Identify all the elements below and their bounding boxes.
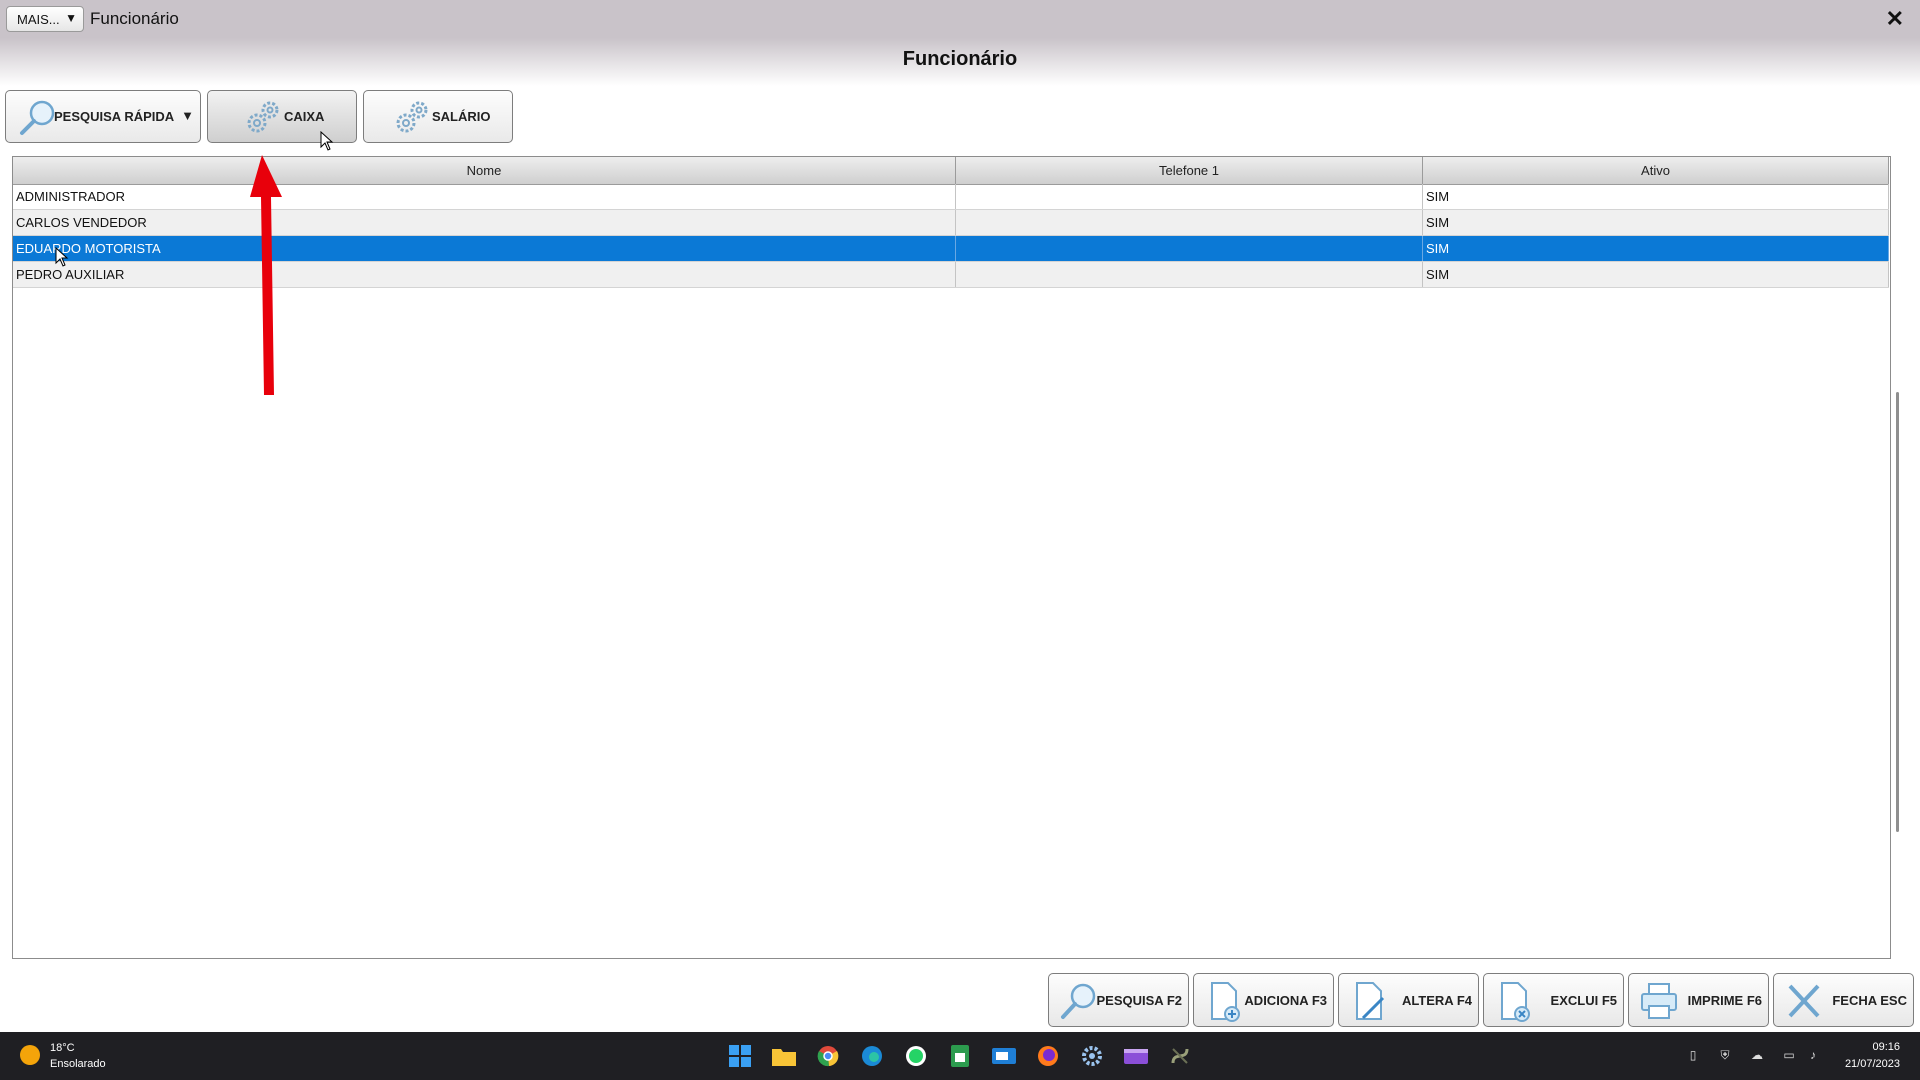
- network-icon[interactable]: ▭: [1782, 1048, 1796, 1062]
- column-header-nome[interactable]: Nome: [13, 157, 956, 184]
- mais-label: MAIS...: [17, 11, 60, 27]
- imprime-button[interactable]: IMPRIME F6: [1628, 973, 1769, 1027]
- table-row[interactable]: ADMINISTRADOR SIM: [13, 184, 1889, 210]
- dropdown-arrow-icon[interactable]: ▼: [181, 108, 194, 123]
- weather-sun-icon[interactable]: [20, 1045, 40, 1065]
- firefox-icon[interactable]: [1036, 1044, 1060, 1068]
- clock-time[interactable]: 09:16: [1872, 1041, 1900, 1053]
- column-header-ativo[interactable]: Ativo: [1423, 157, 1889, 184]
- cell-nome: EDUARDO MOTORISTA: [13, 236, 956, 261]
- add-document-icon: [1211, 982, 1240, 1022]
- imprime-label: IMPRIME F6: [1687, 993, 1762, 1008]
- column-header-telefone[interactable]: Telefone 1: [956, 157, 1423, 184]
- magnifier-icon: [1061, 983, 1096, 1019]
- windows-start-icon[interactable]: [728, 1044, 752, 1068]
- whatsapp-icon[interactable]: [904, 1044, 928, 1068]
- caixa-label: CAIXA: [284, 109, 325, 124]
- cell-telefone: [956, 184, 1423, 209]
- title-bar: MAIS... ▼ Funcionário ✕: [0, 0, 1920, 38]
- employee-grid[interactable]: Nome Telefone 1 Ativo ADMINISTRADOR SIM …: [12, 156, 1891, 959]
- cell-telefone: [956, 236, 1423, 261]
- quick-search-label: PESQUISA RÁPIDA: [54, 109, 175, 124]
- caixa-button[interactable]: CAIXA: [207, 90, 357, 143]
- cloud-icon[interactable]: ☁: [1750, 1048, 1764, 1062]
- system-app-icon[interactable]: [1168, 1044, 1192, 1068]
- media-icon[interactable]: [1124, 1044, 1148, 1068]
- grid-header: Nome Telefone 1 Ativo: [13, 157, 1889, 185]
- mouse-cursor-icon: [320, 131, 334, 151]
- delete-document-icon: [1501, 982, 1530, 1022]
- edit-document-icon: [1356, 982, 1385, 1020]
- dropdown-arrow-icon: ▼: [65, 11, 77, 25]
- adiciona-label: ADICIONA F3: [1244, 993, 1327, 1008]
- exclui-button[interactable]: EXCLUI F5: [1483, 973, 1624, 1027]
- salario-label: SALÁRIO: [432, 109, 491, 124]
- magnifier-icon: [20, 100, 55, 135]
- cell-nome: PEDRO AUXILIAR: [13, 262, 956, 287]
- red-annotation-arrow-icon: [250, 155, 282, 395]
- printer-icon: [1641, 983, 1677, 1019]
- file-explorer-icon[interactable]: [772, 1044, 796, 1068]
- mais-dropdown-button[interactable]: MAIS... ▼: [6, 6, 84, 32]
- close-window-icon[interactable]: ✕: [1886, 6, 1904, 32]
- weather-temperature: 18°C: [50, 1042, 75, 1054]
- cell-nome: CARLOS VENDEDOR: [13, 210, 956, 235]
- table-row[interactable]: PEDRO AUXILIAR SIM: [13, 262, 1889, 288]
- vertical-scrollbar[interactable]: [1896, 392, 1899, 832]
- close-x-icon: [1788, 984, 1820, 1018]
- page-title: Funcionário: [902, 48, 1018, 70]
- quick-search-button[interactable]: PESQUISA RÁPIDA ▼: [5, 90, 201, 143]
- table-row[interactable]: CARLOS VENDEDOR SIM: [13, 210, 1889, 236]
- taskbar: 18°C Ensolarado ▯ ⛨ ☁ ▭ ♪ 09:16 21/07/20…: [0, 1032, 1920, 1080]
- shield-icon[interactable]: ⛨: [1718, 1048, 1732, 1062]
- chrome-icon[interactable]: [816, 1044, 840, 1068]
- table-row-selected[interactable]: EDUARDO MOTORISTA SIM: [13, 236, 1889, 262]
- exclui-label: EXCLUI F5: [1550, 993, 1617, 1008]
- fecha-button[interactable]: FECHA ESC: [1773, 973, 1914, 1027]
- adiciona-button[interactable]: ADICIONA F3: [1193, 973, 1334, 1027]
- altera-label: ALTERA F4: [1401, 993, 1472, 1008]
- gears-icon: [247, 101, 279, 133]
- weather-condition: Ensolarado: [50, 1058, 106, 1070]
- salario-button[interactable]: SALÁRIO: [363, 90, 513, 143]
- clock-date[interactable]: 21/07/2023: [1845, 1058, 1900, 1070]
- altera-button[interactable]: ALTERA F4: [1338, 973, 1479, 1027]
- cell-telefone: [956, 262, 1423, 287]
- cell-ativo: SIM: [1423, 262, 1889, 287]
- window-title: Funcionário: [90, 9, 179, 28]
- cell-ativo: SIM: [1423, 236, 1889, 261]
- cell-ativo: SIM: [1423, 184, 1889, 209]
- settings-icon[interactable]: [1080, 1044, 1104, 1068]
- cell-telefone: [956, 210, 1423, 235]
- sheets-icon[interactable]: [948, 1044, 972, 1068]
- cell-nome: ADMINISTRADOR: [13, 184, 956, 209]
- mouse-cursor-icon: [55, 247, 69, 267]
- pesquisa-button[interactable]: PESQUISA F2: [1048, 973, 1189, 1027]
- fecha-label: FECHA ESC: [1832, 993, 1907, 1008]
- edge-icon[interactable]: [860, 1044, 884, 1068]
- gears-icon: [396, 101, 428, 133]
- battery-icon[interactable]: ▯: [1686, 1048, 1700, 1062]
- volume-icon[interactable]: ♪: [1806, 1048, 1820, 1062]
- mail-icon[interactable]: [992, 1044, 1016, 1068]
- cell-ativo: SIM: [1423, 210, 1889, 235]
- pesquisa-label: PESQUISA F2: [1096, 993, 1182, 1008]
